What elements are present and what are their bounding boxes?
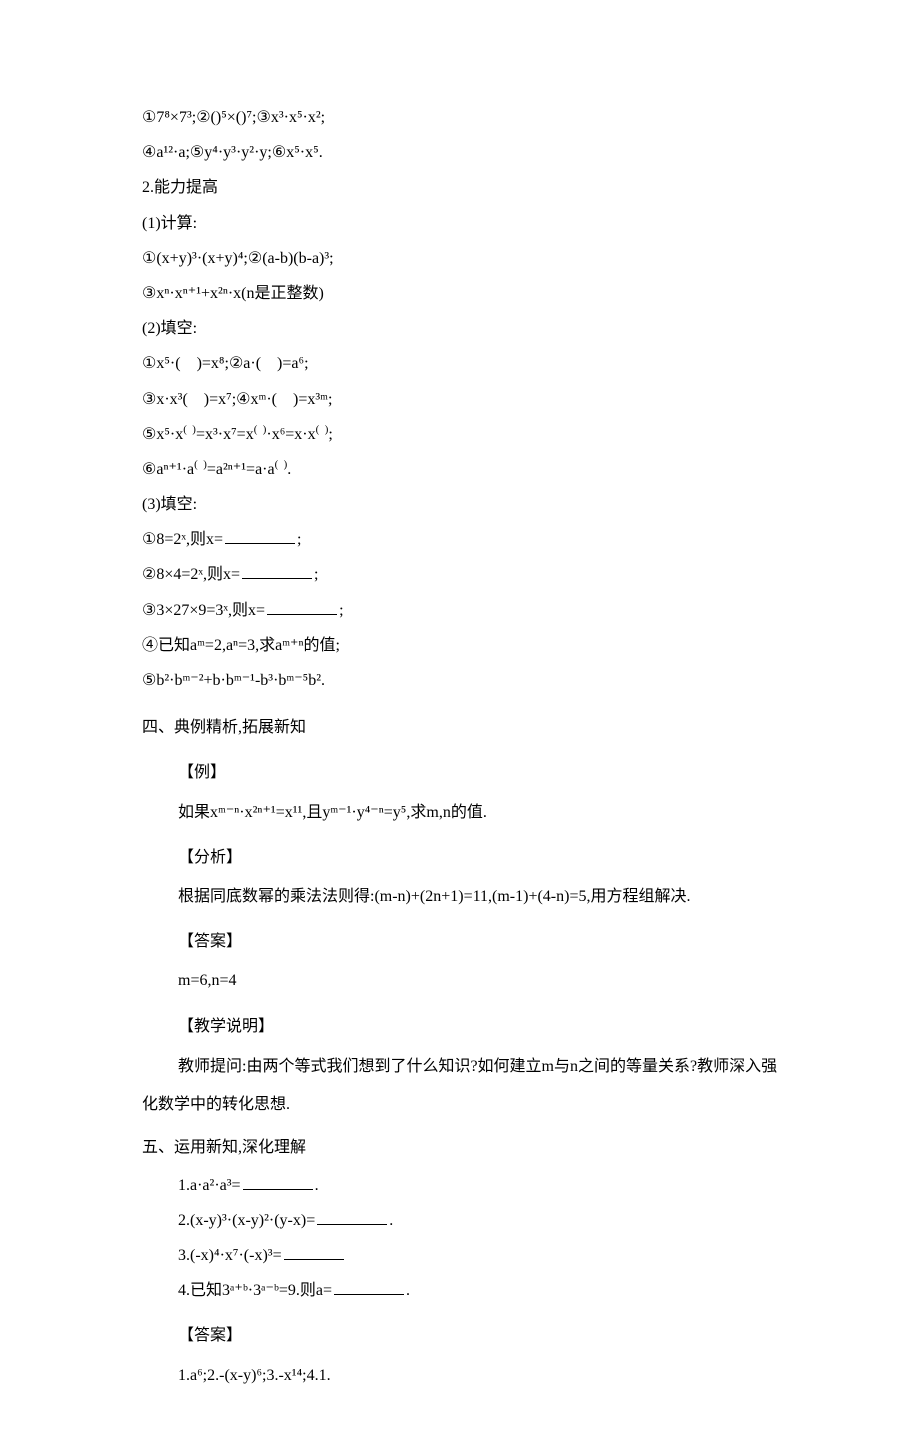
blank-field[interactable] (243, 1173, 313, 1190)
fill-item-5: ⑤x⁵·x( )=x³·x⁷=x( )·x⁶=x·x( ); (142, 417, 778, 452)
sup-blank-icon: ( ) (254, 423, 267, 435)
calc-item-2: ③xⁿ·xⁿ⁺¹+x²ⁿ·x(n是正整数) (142, 276, 778, 311)
answer2-body: 1.a⁶;2.-(x-y)⁶;3.-x¹⁴;4.1. (142, 1358, 778, 1393)
example-label: 【例】 (142, 755, 778, 790)
fill3-item-4: ④已知aᵐ=2,aⁿ=3,求aᵐ⁺ⁿ的值; (142, 628, 778, 663)
fill3-item-5: ⑤b²·bᵐ⁻²+b·bᵐ⁻¹-b³·bᵐ⁻⁵b². (142, 663, 778, 698)
fill3-item-1: ①8=2ˣ,则x=; (142, 522, 778, 557)
blank-field[interactable] (284, 1243, 344, 1260)
expr-line-1: ①7⁸×7³;②()⁵×()⁷;③x³·x⁵·x²; (142, 100, 778, 135)
blank-field[interactable] (334, 1278, 404, 1295)
q4-text: 4.已知3ᵃ⁺ᵇ·3ᵃ⁻ᵇ=9.则a= (178, 1282, 332, 1299)
q4: 4.已知3ᵃ⁺ᵇ·3ᵃ⁻ᵇ=9.则a=. (142, 1273, 778, 1308)
section-5-title: 五、运用新知,深化理解 (142, 1130, 778, 1165)
q2-text: 2.(x-y)³·(x-y)²·(y-x)= (178, 1212, 315, 1229)
fill5-part-c: ·x⁶=x·x (266, 426, 315, 443)
answer-body: m=6,n=4 (142, 963, 778, 998)
q3-text: 3.(-x)⁴·x⁷·(-x)³= (178, 1247, 282, 1264)
fill-item-2: ③x·x³( )=x⁷;④xᵐ·( )=x³ᵐ; (142, 382, 778, 417)
answer2-label: 【答案】 (142, 1318, 778, 1353)
analysis-body: 根据同底数幂的乘法法则得:(m-n)+(2n+1)=11,(m-1)+(4-n)… (142, 879, 778, 914)
q1-end: . (315, 1177, 319, 1194)
blank-field[interactable] (242, 562, 312, 579)
sub-fill-heading: (2)填空: (142, 311, 778, 346)
sup-blank-icon: ( ) (194, 459, 207, 471)
sub-fill3-heading: (3)填空: (142, 487, 778, 522)
teaching-note-body: 教师提问:由两个等式我们想到了什么知识?如何建立m与n之间的等量关系?教师深入强… (142, 1048, 778, 1125)
section-ability: 2.能力提高 (142, 170, 778, 205)
expr-line-2: ④a¹²·a;⑤y⁴·y³·y²·y;⑥x⁵·x⁵. (142, 135, 778, 170)
q2: 2.(x-y)³·(x-y)²·(y-x)=. (142, 1203, 778, 1238)
example-body: 如果xᵐ⁻ⁿ·x²ⁿ⁺¹=x¹¹,且yᵐ⁻¹·y⁴⁻ⁿ=y⁵,求m,n的值. (142, 795, 778, 830)
q1: 1.a·a²·a³=. (142, 1168, 778, 1203)
sup-blank-icon: ( ) (183, 423, 196, 435)
fill6-part-a: ⑥aⁿ⁺¹·a (142, 461, 194, 478)
answer-label: 【答案】 (142, 924, 778, 959)
teaching-note-label: 【教学说明】 (142, 1009, 778, 1044)
fill5-part-b: =x³·x⁷=x (196, 426, 254, 443)
fill5-part-d: ; (328, 426, 332, 443)
sub-calc-heading: (1)计算: (142, 206, 778, 241)
blank-field[interactable] (317, 1208, 387, 1225)
q2-end: . (389, 1212, 393, 1229)
fill3-item-3: ③3×27×9=3ˣ,则x=; (142, 593, 778, 628)
q4-end: . (406, 1282, 410, 1299)
fill-item-6: ⑥aⁿ⁺¹·a( )=a²ⁿ⁺¹=a·a( ). (142, 452, 778, 487)
f32-a: ②8×4=2ˣ,则x= (142, 566, 240, 583)
calc-item-1: ①(x+y)³·(x+y)⁴;②(a-b)(b-a)³; (142, 241, 778, 276)
f33-b: ; (339, 602, 343, 619)
analysis-label: 【分析】 (142, 840, 778, 875)
fill5-part-a: ⑤x⁵·x (142, 426, 183, 443)
blank-field[interactable] (225, 527, 295, 544)
sup-blank-icon: ( ) (316, 423, 329, 435)
f32-b: ; (314, 566, 318, 583)
blank-field[interactable] (267, 598, 337, 615)
fill6-part-c: . (287, 461, 291, 478)
fill6-part-b: =a²ⁿ⁺¹=a·a (207, 461, 275, 478)
sup-blank-icon: ( ) (275, 459, 288, 471)
f31-b: ; (297, 531, 301, 548)
q1-text: 1.a·a²·a³= (178, 1177, 241, 1194)
fill-item-1: ①x⁵·( )=x⁸;②a·( )=a⁶; (142, 346, 778, 381)
f31-a: ①8=2ˣ,则x= (142, 531, 223, 548)
fill3-item-2: ②8×4=2ˣ,则x=; (142, 557, 778, 592)
section-4-title: 四、典例精析,拓展新知 (142, 710, 778, 745)
q3: 3.(-x)⁴·x⁷·(-x)³= (142, 1238, 778, 1273)
f33-a: ③3×27×9=3ˣ,则x= (142, 602, 265, 619)
